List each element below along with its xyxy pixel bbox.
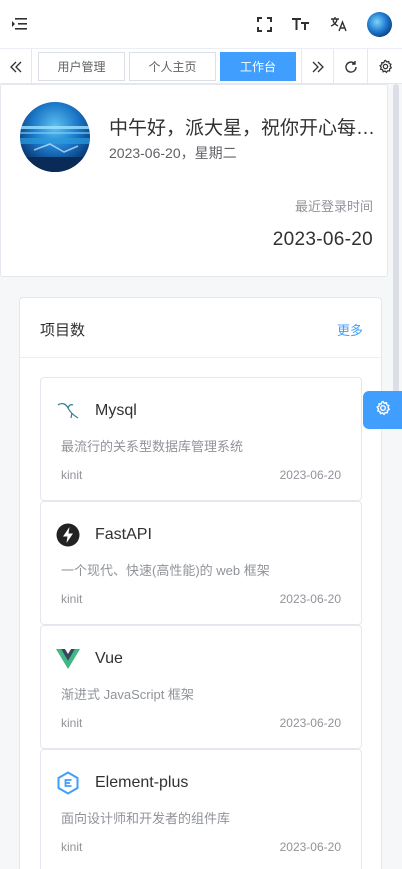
fullscreen-icon[interactable]: [252, 12, 276, 36]
gear-icon: [375, 400, 391, 421]
project-item-vue[interactable]: Vue 渐进式 JavaScript 框架 kinit 2023-06-20: [40, 625, 362, 749]
user-avatar[interactable]: [367, 12, 392, 37]
greeting-panel: 中午好，派大星，祝你开心每一天！ 2023-06-20，星期二 最近登录时间 2…: [0, 84, 388, 277]
projects-card-header: 项目数 更多: [20, 298, 381, 358]
project-tag: kinit: [61, 592, 83, 606]
project-tag: kinit: [61, 840, 83, 854]
project-item-fastapi[interactable]: FastAPI 一个现代、快速(高性能)的 web 框架 kinit 2023-…: [40, 501, 362, 625]
tab-settings-button[interactable]: [368, 49, 402, 84]
project-name: Mysql: [95, 402, 137, 419]
projects-title: 项目数: [40, 322, 86, 339]
tab-workbench[interactable]: 工作台: [220, 52, 296, 81]
tab-label: 用户管理: [57, 60, 106, 74]
project-date: 2023-06-20: [279, 840, 341, 854]
translate-icon[interactable]: [327, 12, 351, 36]
last-login-value: 2023-06-20: [272, 229, 373, 250]
project-tag: kinit: [61, 468, 83, 482]
menu-fold-icon[interactable]: [7, 12, 31, 36]
project-item-element-plus[interactable]: Element-plus 面向设计师和开发者的组件库 kinit 2023-06…: [40, 749, 362, 869]
tags-view-bar: 用户管理 个人主页 工作台: [0, 49, 402, 84]
project-tag: kinit: [61, 716, 83, 730]
projects-card: 项目数 更多 Mysql 最流行的关系型数据库管理系统 kinit 2023-0…: [19, 297, 382, 869]
projects-more-link[interactable]: 更多: [337, 320, 363, 339]
project-desc: 最流行的关系型数据库管理系统: [61, 439, 244, 454]
tab-profile[interactable]: 个人主页: [129, 52, 216, 81]
element-plus-icon: [55, 770, 81, 796]
project-date: 2023-06-20: [279, 592, 341, 606]
project-desc: 渐进式 JavaScript 框架: [61, 687, 194, 702]
profile-avatar: [20, 102, 90, 172]
project-item-mysql[interactable]: Mysql 最流行的关系型数据库管理系统 kinit 2023-06-20: [40, 377, 362, 501]
page-scrollbar[interactable]: [393, 84, 399, 394]
fastapi-icon: [55, 522, 81, 548]
font-size-icon[interactable]: [289, 12, 313, 36]
scroll-right-button[interactable]: [301, 49, 334, 84]
project-date: 2023-06-20: [279, 468, 341, 482]
last-login-label: 最近登录时间: [294, 199, 373, 214]
vue-icon: [55, 646, 81, 672]
greeting-date: 2023-06-20，星期二: [109, 145, 237, 161]
tab-label: 个人主页: [148, 60, 197, 74]
refresh-button[interactable]: [334, 49, 368, 84]
project-desc: 面向设计师和开发者的组件库: [61, 811, 231, 826]
tab-label: 工作台: [239, 60, 276, 74]
greeting-title: 中午好，派大星，祝你开心每一天！: [109, 118, 381, 139]
top-header: [0, 0, 402, 49]
project-name: FastAPI: [95, 526, 152, 543]
project-name: Element-plus: [95, 774, 189, 791]
project-date: 2023-06-20: [279, 716, 341, 730]
floating-settings-button[interactable]: [363, 391, 402, 429]
project-name: Vue: [95, 650, 123, 667]
tab-user-management[interactable]: 用户管理: [38, 52, 125, 81]
mysql-icon: [55, 398, 81, 424]
scroll-left-button[interactable]: [0, 49, 32, 84]
project-desc: 一个现代、快速(高性能)的 web 框架: [61, 563, 270, 578]
